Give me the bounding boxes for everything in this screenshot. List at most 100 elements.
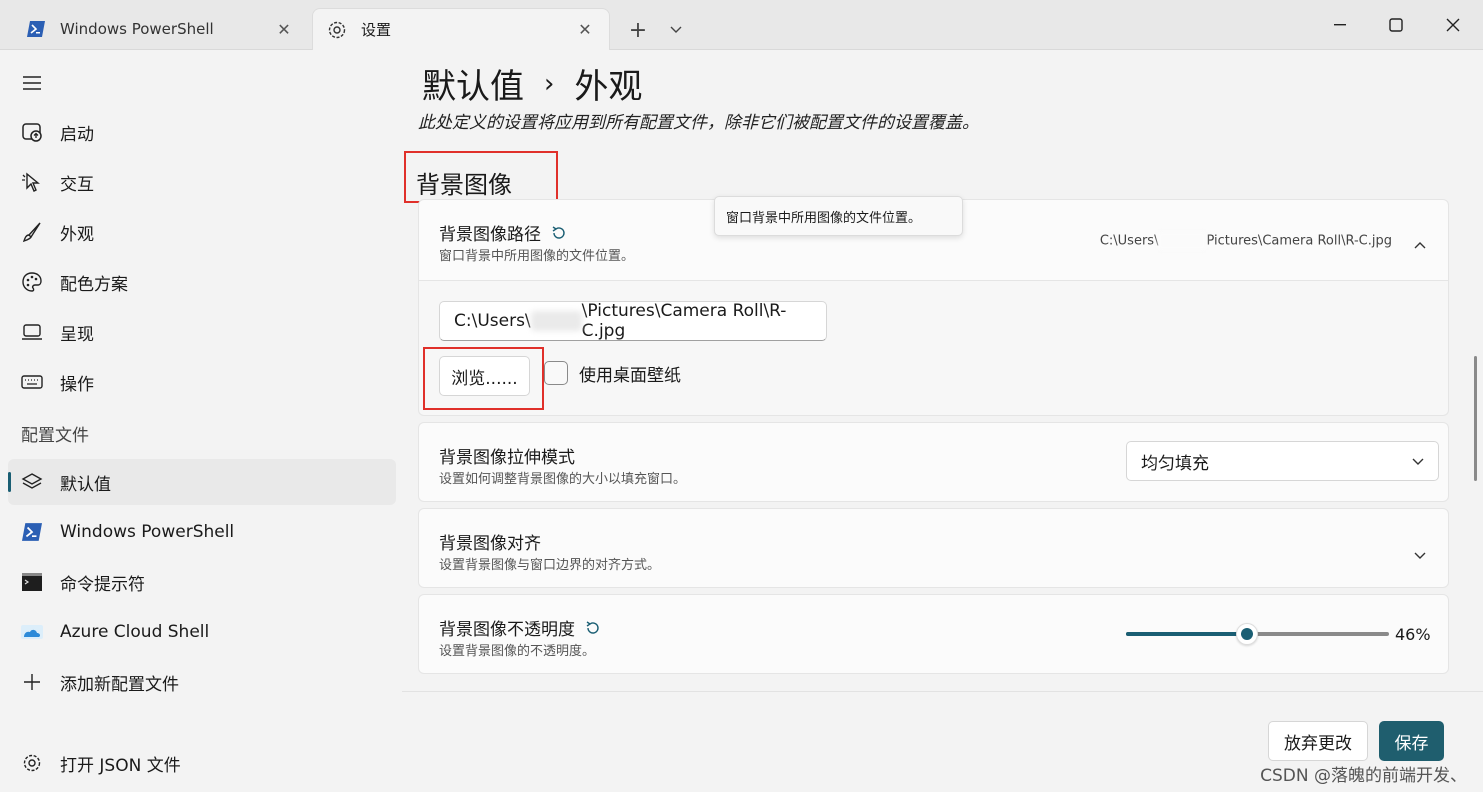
bg-path-subtitle: 窗口背景中所用图像的文件位置。 [439,249,635,264]
use-wallpaper-checkbox[interactable] [544,361,568,385]
sidebar-item-color-schemes[interactable]: 配色方案 [8,259,396,305]
bg-path-title: 背景图像路径 [439,225,541,245]
breadcrumb-current: 外观 [574,67,643,107]
azure-icon [20,620,44,644]
section-title: 背景图像 [416,171,512,199]
sidebar-item-defaults[interactable]: 默认值 [8,459,396,505]
close-icon[interactable]: ✕ [575,20,595,40]
tab-windows-powershell[interactable]: Windows PowerShell ✕ [12,8,308,50]
sidebar-item-label: Windows PowerShell [60,522,235,542]
opacity-title: 背景图像不透明度 [439,620,575,640]
sidebar-item-windows-powershell[interactable]: Windows PowerShell [8,509,396,555]
bg-path-input[interactable]: C:\Users\ \Pictures\Camera Roll\R-C.jpg [439,301,827,341]
palette-icon [20,270,44,294]
sidebar-item-label: 默认值 [60,474,111,495]
sidebar-item-label: 外观 [60,224,94,245]
breadcrumb-separator: › [544,68,555,99]
chevron-down-icon[interactable] [1414,545,1426,564]
path-input-prefix: C:\Users\ [454,311,531,331]
breadcrumb-parent[interactable]: 默认值 [422,59,524,108]
sidebar-item-actions[interactable]: 操作 [8,359,396,405]
sidebar-item-interaction[interactable]: 交互 [8,159,396,205]
alignment-subtitle: 设置背景图像与窗口边界的对齐方式。 [439,558,661,573]
sidebar-item-label: 交互 [60,174,94,195]
save-button[interactable]: 保存 [1379,721,1444,761]
sidebar-item-rendering[interactable]: 呈现 [8,309,396,355]
card-title: 背景图像不透明度 [439,615,601,640]
sidebar-item-label: 呈现 [60,324,94,345]
slider-fill [1126,632,1247,636]
footer-divider [402,691,1483,692]
main-content: 默认值 › 外观 此处定义的设置将应用到所有配置文件，除非它们被配置文件的设置覆… [402,51,1483,792]
dropdown-value: 均匀填充 [1141,453,1209,474]
maximize-button[interactable] [1374,8,1418,42]
sidebar-item-launch[interactable]: 启动 [8,109,396,155]
chevron-down-icon[interactable] [662,16,690,44]
path-value-suffix: Pictures\Camera Roll\R-C.jpg [1206,233,1392,249]
bg-path-expander-body: C:\Users\ \Pictures\Camera Roll\R-C.jpg 浏… [418,281,1449,416]
stretch-mode-title: 背景图像拉伸模式 [439,448,575,468]
discard-changes-button[interactable]: 放弃更改 [1268,721,1368,761]
close-icon[interactable]: ✕ [274,19,294,39]
open-json-label: 打开 JSON 文件 [60,755,181,776]
card-title: 背景图像路径 [439,220,567,245]
scrollbar[interactable] [1474,356,1477,481]
sidebar-item-command-prompt[interactable]: 命令提示符 [8,559,396,605]
sidebar-item-label: 添加新配置文件 [60,674,179,695]
bg-path-value: C:\Users\ Pictures\Camera Roll\R-C.jpg [1100,232,1392,250]
gear-icon [20,751,44,775]
sidebar-item-label: Azure Cloud Shell [60,622,210,642]
powershell-icon [20,520,44,544]
sidebar-item-label: 配色方案 [60,274,128,295]
sidebar-item-label: 启动 [60,124,94,145]
reset-icon[interactable] [551,225,567,241]
brush-icon [20,220,44,244]
rendering-icon [20,320,44,344]
sidebar-item-azure-cloud-shell[interactable]: Azure Cloud Shell [8,609,396,655]
keyboard-icon [20,370,44,394]
tab-label: 设置 [361,21,392,39]
watermark: CSDN @落魄的前端开发、 [1260,766,1467,786]
redacted-region [530,311,582,331]
page-title: 默认值 › 外观 [422,59,642,108]
layers-icon [20,470,44,494]
stretch-mode-card: 背景图像拉伸模式 设置如何调整背景图像的大小以填充窗口。 均匀填充 [418,422,1449,502]
launch-icon [20,120,44,144]
path-value-prefix: C:\Users\ [1099,233,1159,249]
chevron-down-icon [1412,451,1424,471]
opacity-slider[interactable] [1126,623,1389,645]
opacity-value: 46% [1395,625,1431,644]
slider-thumb[interactable] [1235,623,1258,645]
interaction-icon [20,170,44,194]
chevron-up-icon[interactable] [1414,234,1426,253]
alignment-card[interactable]: 背景图像对齐 设置背景图像与窗口边界的对齐方式。 [418,508,1449,588]
window-close-button[interactable] [1431,8,1475,42]
sidebar-item-label: 命令提示符 [60,574,145,595]
alignment-title: 背景图像对齐 [439,534,541,554]
page-description: 此处定义的设置将应用到所有配置文件，除非它们被配置文件的设置覆盖。 [418,113,979,133]
sidebar-item-add-profile[interactable]: 添加新配置文件 [8,659,396,705]
opacity-subtitle: 设置背景图像的不透明度。 [439,644,596,659]
cmd-icon [20,570,44,594]
tab-settings[interactable]: 设置 ✕ [312,8,610,50]
use-wallpaper-label: 使用桌面壁纸 [579,366,681,386]
sidebar-item-label: 操作 [60,374,94,395]
sidebar-item-appearance[interactable]: 外观 [8,209,396,255]
profiles-section-header: 配置文件 [21,426,89,446]
opacity-card: 背景图像不透明度 设置背景图像的不透明度。 46% [418,594,1449,674]
redacted-region [1158,232,1207,250]
sidebar: 启动 交互 外观 配色方案 呈现 操作 配置文件 默认值 Windows Pow… [0,51,402,792]
new-tab-button[interactable]: + [624,16,652,44]
tab-label: Windows PowerShell [60,20,214,38]
reset-icon[interactable] [585,620,601,636]
gear-icon [327,20,347,40]
hamburger-menu-icon[interactable] [20,71,44,95]
stretch-mode-subtitle: 设置如何调整背景图像的大小以填充窗口。 [439,472,687,487]
browse-button[interactable]: 浏览...... [439,356,530,396]
path-input-suffix: \Pictures\Camera Roll\R-C.jpg [581,301,787,341]
tooltip: 窗口背景中所用图像的文件位置。 [714,196,963,236]
powershell-icon [26,19,46,39]
minimize-button[interactable] [1318,8,1362,42]
open-json-button[interactable]: 打开 JSON 文件 [8,740,396,786]
stretch-mode-dropdown[interactable]: 均匀填充 [1126,441,1439,481]
